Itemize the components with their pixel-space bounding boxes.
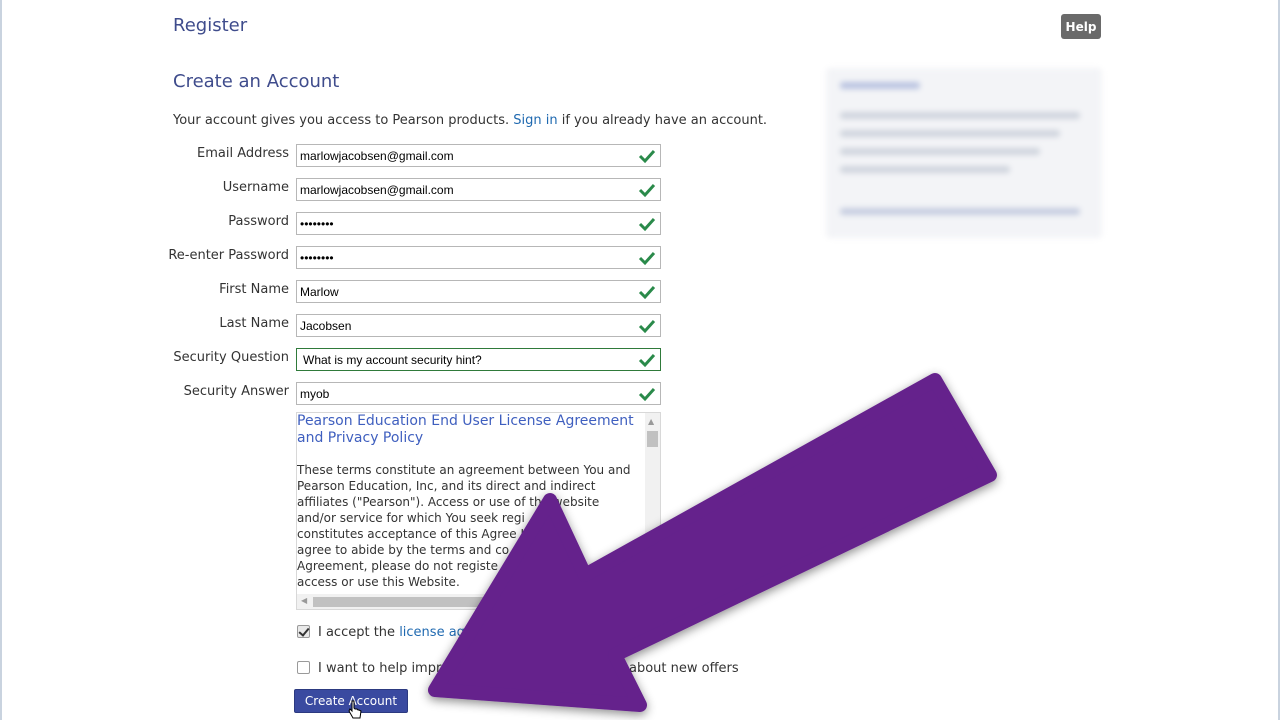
accept-license-checkbox[interactable] bbox=[297, 625, 310, 638]
check-icon bbox=[638, 217, 656, 232]
password-label: Password bbox=[228, 214, 289, 229]
security-answer-field[interactable]: myob bbox=[296, 382, 661, 405]
reenter-password-label: Re-enter Password bbox=[168, 248, 289, 263]
last-name-label: Last Name bbox=[219, 316, 289, 331]
vertical-scroll-thumb[interactable] bbox=[647, 431, 658, 447]
last-name-value: Jacobsen bbox=[300, 318, 352, 333]
form-title: Create an Account bbox=[173, 71, 340, 92]
first-name-value: Marlow bbox=[300, 284, 339, 299]
blurred-side-panel bbox=[826, 68, 1102, 238]
email-label: Email Address bbox=[197, 146, 289, 161]
scroll-left-icon[interactable]: ◀ bbox=[301, 596, 307, 605]
license-agreement-box[interactable]: Pearson Education End User License Agree… bbox=[296, 412, 661, 610]
last-name-field[interactable]: Jacobsen bbox=[296, 314, 661, 337]
check-icon bbox=[638, 251, 656, 266]
first-name-field[interactable]: Marlow bbox=[296, 280, 661, 303]
accept-license-label: I accept the license ag bbox=[318, 625, 465, 640]
vertical-scrollbar[interactable]: ▲ bbox=[645, 413, 660, 595]
check-icon bbox=[638, 149, 656, 164]
page-title: Register bbox=[173, 15, 248, 36]
security-question-label: Security Question bbox=[173, 350, 289, 365]
license-agreement-link[interactable]: license ag bbox=[399, 625, 465, 640]
intro-before: Your account gives you access to Pearson… bbox=[173, 113, 510, 128]
sign-in-link[interactable]: Sign in bbox=[513, 113, 557, 128]
intro-text: Your account gives you access to Pearson… bbox=[173, 113, 767, 128]
password-value: •••••••• bbox=[300, 216, 334, 231]
first-name-label: First Name bbox=[219, 282, 289, 297]
email-field[interactable]: marlowjacobsen@gmail.com bbox=[296, 144, 661, 167]
check-icon bbox=[638, 319, 656, 334]
intro-after: if you already have an account. bbox=[561, 113, 768, 128]
scroll-up-icon[interactable]: ▲ bbox=[648, 417, 654, 426]
offers-label-end: about new offers bbox=[629, 661, 739, 676]
email-value: marlowjacobsen@gmail.com bbox=[300, 148, 454, 163]
horizontal-scrollbar[interactable]: ◀ bbox=[297, 594, 660, 609]
security-question-value: What is my account security hint? bbox=[303, 352, 482, 367]
username-label: Username bbox=[222, 180, 289, 195]
accept-prefix: I accept the bbox=[318, 625, 396, 640]
help-button[interactable]: Help bbox=[1061, 14, 1101, 39]
hand-cursor-icon bbox=[348, 700, 362, 719]
password-field[interactable]: •••••••• bbox=[296, 212, 661, 235]
security-answer-value: myob bbox=[300, 386, 330, 401]
check-icon bbox=[638, 353, 656, 368]
horizontal-scroll-thumb[interactable] bbox=[313, 597, 563, 607]
username-field[interactable]: marlowjacobsen@gmail.com bbox=[296, 178, 661, 201]
license-title: Pearson Education End User License Agree… bbox=[297, 413, 634, 446]
username-value: marlowjacobsen@gmail.com bbox=[300, 182, 454, 197]
check-icon bbox=[638, 387, 656, 402]
offers-checkbox[interactable] bbox=[297, 661, 310, 674]
reenter-password-value: •••••••• bbox=[300, 250, 334, 265]
check-icon bbox=[638, 285, 656, 300]
license-text: These terms constitute an agreement betw… bbox=[297, 463, 631, 589]
check-icon bbox=[638, 183, 656, 198]
reenter-password-field[interactable]: •••••••• bbox=[296, 246, 661, 269]
security-question-select[interactable]: What is my account security hint? bbox=[296, 348, 661, 371]
offers-label-start: I want to help impr bbox=[318, 661, 442, 676]
security-answer-label: Security Answer bbox=[183, 384, 289, 399]
